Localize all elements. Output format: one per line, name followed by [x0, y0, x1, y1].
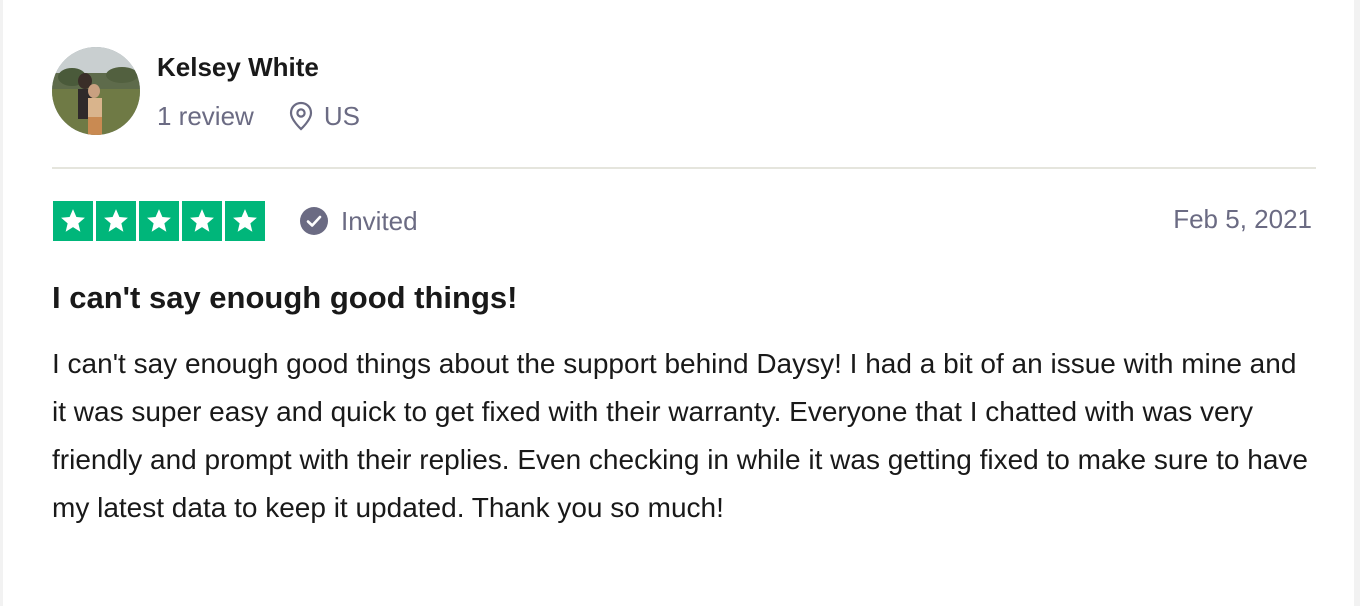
reviewer-name[interactable]: Kelsey White [157, 52, 319, 83]
review-title[interactable]: I can't say enough good things! [52, 280, 517, 316]
reviewer-avatar[interactable] [52, 47, 140, 135]
review-body: I can't say enough good things about the… [52, 348, 1308, 523]
star-icon [53, 201, 93, 241]
invited-label: Invited [341, 205, 418, 236]
reviewer-meta: 1 review US [157, 99, 360, 133]
star-icon [96, 201, 136, 241]
location-pin-icon [289, 101, 312, 131]
reviewer-country: US [323, 100, 360, 131]
star-rating [53, 201, 268, 241]
right-scroll-edge [1354, 0, 1360, 606]
left-edge [0, 0, 3, 606]
review-date: Feb 5, 2021 [1173, 204, 1312, 234]
star-icon [182, 201, 222, 241]
reviewer-location: US [288, 101, 360, 132]
invited-badge[interactable]: Invited [299, 204, 418, 238]
review-count: 1 review [157, 100, 254, 131]
star-icon [225, 201, 265, 241]
header-divider [52, 167, 1316, 169]
star-icon [139, 201, 179, 241]
checkmark-circle-icon [300, 207, 328, 235]
